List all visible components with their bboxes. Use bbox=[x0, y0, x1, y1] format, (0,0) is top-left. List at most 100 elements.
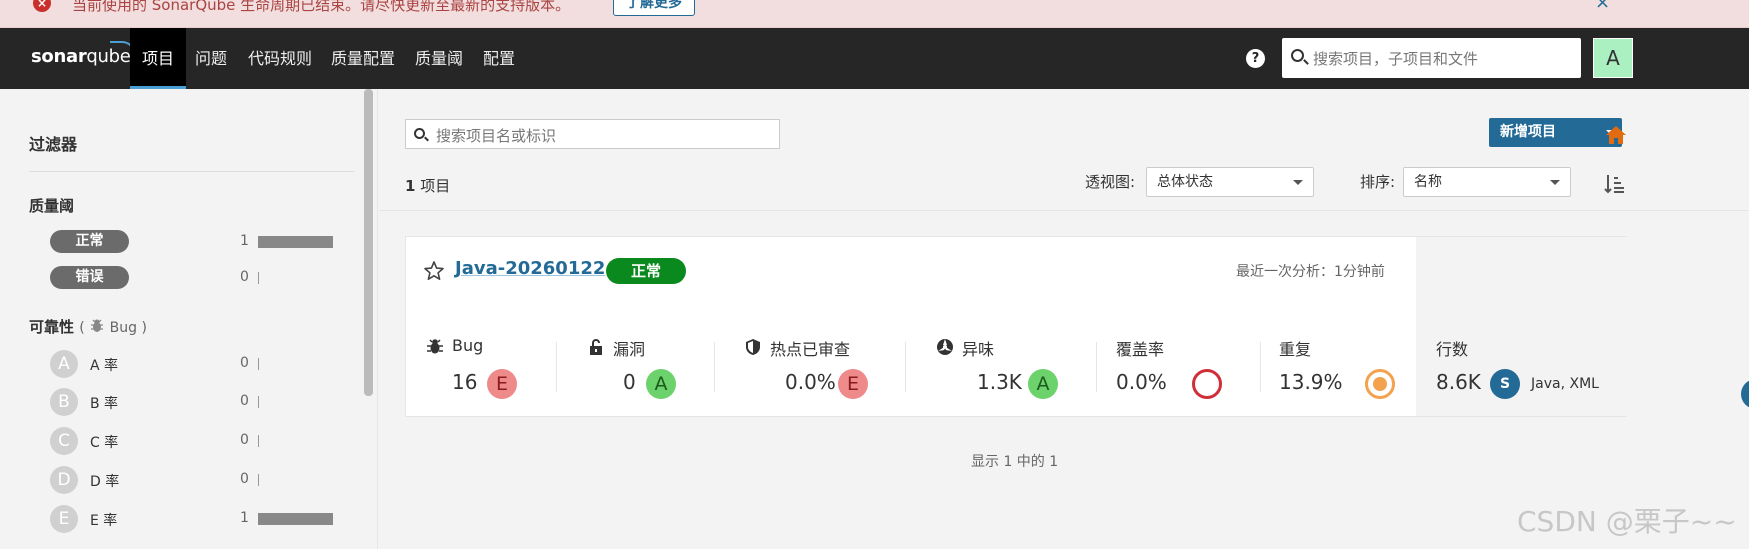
pagination-summary: 显示 1 中的 1 bbox=[971, 454, 1059, 470]
reliability-grade-a-icon[interactable]: A bbox=[50, 350, 78, 378]
lines-value[interactable]: 8.6K bbox=[1436, 370, 1481, 394]
bugs-value[interactable]: 16 bbox=[452, 370, 477, 394]
security-review-rating-badge[interactable]: E bbox=[838, 369, 868, 399]
project-card: Java-20260122 正常 最近一次分析：1分钟前 Bug 16 E 漏洞… bbox=[405, 236, 1627, 417]
sort-value: 名称 bbox=[1414, 174, 1442, 190]
security-rating-badge[interactable]: A bbox=[646, 369, 676, 399]
reliability-grade-d-bar bbox=[258, 474, 259, 486]
project-name-link[interactable]: Java-20260122 bbox=[455, 258, 605, 279]
logo-sonar-text: sonar bbox=[31, 46, 87, 67]
hotspots-reviewed-label: 热点已审查 bbox=[770, 340, 851, 359]
reliability-subtitle-text: Bug bbox=[109, 320, 137, 336]
quality-gate-facet-title: 质量阈 bbox=[29, 197, 75, 215]
filters-title: 过滤器 bbox=[29, 135, 78, 154]
quality-gate-ok-bar bbox=[258, 236, 333, 248]
error-circle-icon: × bbox=[33, 0, 51, 12]
filters-sidebar: 过滤器 质量阈 正常 1 错误 0 可靠性 ( Bug ) A A 率 0 B … bbox=[0, 89, 378, 549]
quality-gate-status-badge: 正常 bbox=[606, 258, 686, 284]
project-search-input[interactable]: 搜索项目名或标识 bbox=[405, 119, 780, 149]
maintainability-rating-badge[interactable]: A bbox=[1028, 369, 1058, 399]
bug-icon bbox=[427, 339, 443, 354]
reliability-grade-d-count: 0 bbox=[240, 471, 249, 487]
reliability-grade-e-count: 1 bbox=[240, 510, 249, 526]
perspective-select[interactable]: 总体状态 bbox=[1146, 167, 1314, 197]
reliability-grade-a-bar bbox=[258, 358, 259, 370]
duplications-ring-icon bbox=[1365, 369, 1395, 399]
reliability-title-text: 可靠性 bbox=[29, 318, 75, 336]
code-smell-icon bbox=[937, 339, 953, 355]
quality-gate-error-filter[interactable]: 错误 bbox=[50, 266, 129, 289]
reliability-subtitle: ( Bug ) bbox=[79, 319, 147, 336]
new-project-button[interactable]: 新增项目 bbox=[1489, 118, 1622, 147]
reliability-grade-c-icon[interactable]: C bbox=[50, 427, 78, 455]
perspective-value: 总体状态 bbox=[1157, 174, 1213, 190]
lines-label: 行数 bbox=[1436, 340, 1469, 359]
perspective-label: 透视图: bbox=[1085, 173, 1136, 191]
quality-gate-error-count: 0 bbox=[240, 269, 249, 285]
search-icon bbox=[1291, 49, 1304, 62]
new-project-label: 新增项目 bbox=[1500, 124, 1556, 140]
coverage-value[interactable]: 0.0% bbox=[1116, 370, 1167, 394]
bugs-label: Bug bbox=[452, 336, 484, 355]
reliability-grade-a-label[interactable]: A 率 bbox=[90, 355, 118, 375]
reliability-grade-e-label[interactable]: E 率 bbox=[90, 510, 117, 530]
divider bbox=[556, 342, 557, 392]
nav-administration[interactable]: 配置 bbox=[471, 28, 527, 89]
nav-rules[interactable]: 代码规则 bbox=[236, 28, 324, 89]
quality-gate-ok-filter[interactable]: 正常 bbox=[50, 230, 129, 253]
sort-icon[interactable] bbox=[1604, 173, 1626, 195]
project-count-label: 项目 bbox=[420, 177, 451, 195]
vulnerabilities-label: 漏洞 bbox=[613, 340, 646, 359]
sort-label: 排序: bbox=[1360, 173, 1396, 191]
reliability-grade-b-bar bbox=[258, 396, 259, 408]
reliability-grade-b-icon[interactable]: B bbox=[50, 388, 78, 416]
nav-issues[interactable]: 问题 bbox=[183, 28, 239, 89]
reliability-grade-d-icon[interactable]: D bbox=[50, 466, 78, 494]
duplications-label: 重复 bbox=[1279, 340, 1312, 359]
divider bbox=[714, 342, 715, 392]
shield-icon bbox=[746, 339, 760, 355]
sidebar-scrollbar[interactable] bbox=[364, 89, 373, 396]
vulnerabilities-value[interactable]: 0 bbox=[623, 370, 636, 394]
projects-main: 搜索项目名或标识 新增项目 1 项目 透视图: 总体状态 排序: 名称 Java… bbox=[379, 89, 1749, 549]
reliability-grade-e-bar bbox=[258, 513, 333, 525]
divider bbox=[905, 342, 906, 392]
project-languages: Java, XML bbox=[1531, 376, 1599, 392]
reliability-grade-c-bar bbox=[258, 435, 259, 447]
reliability-grade-d-label[interactable]: D 率 bbox=[90, 471, 119, 491]
star-icon[interactable] bbox=[423, 260, 445, 282]
size-rating-badge: S bbox=[1490, 369, 1520, 399]
reliability-grade-a-count: 0 bbox=[240, 355, 249, 371]
duplications-value[interactable]: 13.9% bbox=[1279, 370, 1343, 394]
hotspots-reviewed-value[interactable]: 0.0% bbox=[785, 370, 836, 394]
reliability-grade-c-count: 0 bbox=[240, 432, 249, 448]
nav-quality-gates[interactable]: 质量阈 bbox=[403, 28, 475, 89]
eol-warning-banner: × 当前使用的 SonarQube 生命周期已结束。请尽快更新至最新的支持版本。… bbox=[0, 0, 1749, 28]
quality-gate-ok-count: 1 bbox=[240, 233, 249, 249]
nav-projects[interactable]: 项目 bbox=[130, 28, 187, 89]
watermark: CSDN @栗子~~ bbox=[1517, 505, 1737, 538]
global-search-placeholder: 搜索项目，子项目和文件 bbox=[1313, 50, 1479, 68]
code-smells-value[interactable]: 1.3K bbox=[977, 370, 1022, 394]
global-search-input[interactable]: 搜索项目，子项目和文件 bbox=[1282, 38, 1581, 78]
close-icon[interactable]: × bbox=[1595, 0, 1610, 13]
quality-gate-error-bar bbox=[258, 272, 259, 284]
sort-select[interactable]: 名称 bbox=[1403, 167, 1571, 197]
avatar[interactable]: A bbox=[1593, 38, 1633, 78]
banner-message: 当前使用的 SonarQube 生命周期已结束。请尽快更新至最新的支持版本。 bbox=[72, 0, 571, 14]
reliability-rating-badge[interactable]: E bbox=[487, 369, 517, 399]
divider bbox=[29, 171, 354, 172]
global-navbar: sonarqube 项目 问题 代码规则 质量配置 质量阈 配置 ? 搜索项目，… bbox=[0, 28, 1749, 89]
reliability-grade-b-count: 0 bbox=[240, 393, 249, 409]
project-count: 1 项目 bbox=[405, 175, 450, 196]
learn-more-button[interactable]: 了解更多 bbox=[613, 0, 695, 16]
help-icon[interactable]: ? bbox=[1246, 49, 1265, 68]
reliability-grade-e-icon[interactable]: E bbox=[50, 505, 78, 533]
project-count-number: 1 bbox=[405, 177, 416, 195]
reliability-grade-c-label[interactable]: C 率 bbox=[90, 432, 118, 452]
nav-quality-profiles[interactable]: 质量配置 bbox=[319, 28, 407, 89]
reliability-grade-b-label[interactable]: B 率 bbox=[90, 393, 118, 413]
project-search-placeholder: 搜索项目名或标识 bbox=[436, 127, 557, 145]
home-icon[interactable] bbox=[1605, 124, 1627, 146]
projects-toolbar: 搜索项目名或标识 新增项目 1 项目 透视图: 总体状态 排序: 名称 bbox=[379, 89, 1749, 211]
